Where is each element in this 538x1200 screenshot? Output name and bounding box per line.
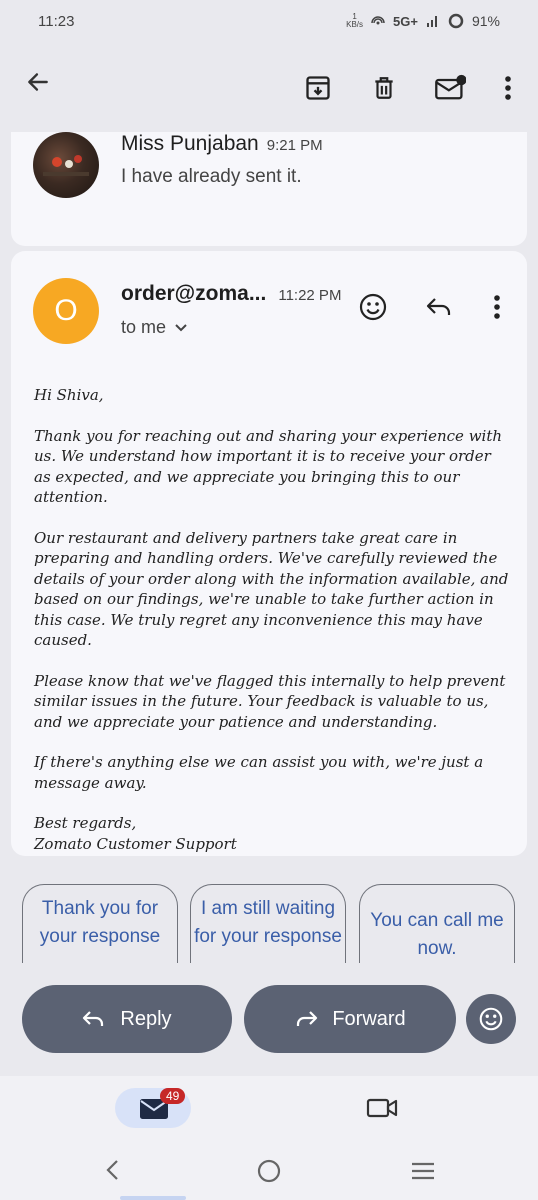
smiley-icon [479,1007,503,1031]
network-type: 5G+ [393,13,418,29]
recipient-label: to me [121,317,167,337]
message-snippet: I have already sent it. [121,166,302,187]
smart-reply-row: Thank you for your response I am still w… [0,884,538,963]
avatar-letter: O [54,294,78,327]
emoji-react-button[interactable] [466,994,516,1044]
archive-button[interactable] [300,70,336,106]
forward-button[interactable]: Forward [244,985,456,1053]
sender-avatar [33,132,99,198]
body-signature: Zomato Customer Support [34,834,237,853]
message-card-collapsed[interactable]: Miss Punjaban 9:21 PM I have already sen… [11,132,527,246]
system-back-button[interactable] [102,1158,126,1184]
body-paragraph: Our restaurant and delivery partners tak… [34,528,509,650]
react-emoji-button[interactable] [355,289,391,325]
body-signoff: Best regards, [34,814,137,832]
delete-button[interactable] [366,70,402,106]
system-recents-button[interactable] [410,1160,438,1184]
reply-icon [83,1011,104,1026]
mail-unread-icon [435,74,466,100]
status-time: 11:23 [38,13,75,30]
body-paragraph: Thank you for reaching out and sharing y… [34,426,503,507]
battery-level: 91% [471,13,500,29]
message-header: order@zoma... 11:22 PM [121,282,341,306]
more-vert-icon [494,295,500,319]
battery-ring-icon [448,13,464,29]
gesture-indicator [120,1196,186,1200]
message-card-expanded: O order@zoma... 11:22 PM to me Hi Shiva,… [11,251,527,856]
bottom-navigation: 49 [0,1076,538,1200]
chevron-left-icon [106,1160,118,1180]
sender-name: Miss Punjaban [121,132,259,155]
chevron-down-icon [175,323,187,331]
back-button[interactable] [20,64,56,100]
message-header: Miss Punjaban 9:21 PM [121,132,323,156]
reply-button[interactable]: Reply [22,985,232,1053]
more-vert-icon [505,76,511,100]
avatar-photo-icon [43,155,89,176]
hotspot-icon [371,16,385,25]
recipient-toggle[interactable]: to me [121,317,188,338]
smart-reply-chip[interactable]: I am still waiting for your response [190,884,346,963]
sender-name: order@zoma... [121,282,267,305]
email-body: Hi Shiva, Thank you for reaching out and… [34,385,512,854]
reply-icon [426,298,451,315]
top-app-bar [0,44,538,132]
nav-meet[interactable] [366,1096,402,1124]
archive-icon [306,76,330,100]
speed-unit: KB/s [346,20,364,29]
smart-reply-chip[interactable]: Thank you for your response [22,884,178,963]
smart-reply-chip[interactable]: You can call me now. [359,884,515,963]
body-paragraph: If there's anything else we can assist y… [34,753,484,792]
arrow-left-icon [28,73,48,91]
forward-icon [297,1011,318,1026]
body-greeting: Hi Shiva, [34,386,104,404]
signal-icon [426,16,437,27]
system-home-button[interactable] [256,1158,282,1184]
sender-avatar: O [33,278,99,344]
message-time: 9:21 PM [266,137,323,154]
body-paragraph: Please know that we've flagged this inte… [34,671,506,731]
reply-label: Reply [120,1007,172,1030]
more-options-button[interactable] [492,70,524,106]
reply-icon-button[interactable] [421,289,457,325]
trash-icon [375,77,393,99]
video-camera-icon [366,1098,398,1118]
message-more-button[interactable] [481,289,513,325]
smiley-icon [359,293,387,321]
nav-mail[interactable]: 49 [115,1088,191,1128]
menu-lines-icon [412,1162,434,1180]
unread-count-badge: 49 [160,1088,186,1104]
network-speed: 1 KB/s [346,13,363,29]
forward-label: Forward [332,1007,406,1030]
home-circle-icon [257,1159,281,1183]
status-bar: 11:23 1 KB/s 5G+ 91% [0,0,538,44]
message-time: 11:22 PM [278,287,342,304]
mark-unread-button[interactable] [430,70,470,106]
status-icons: 1 KB/s 5G+ 91% [346,13,500,30]
